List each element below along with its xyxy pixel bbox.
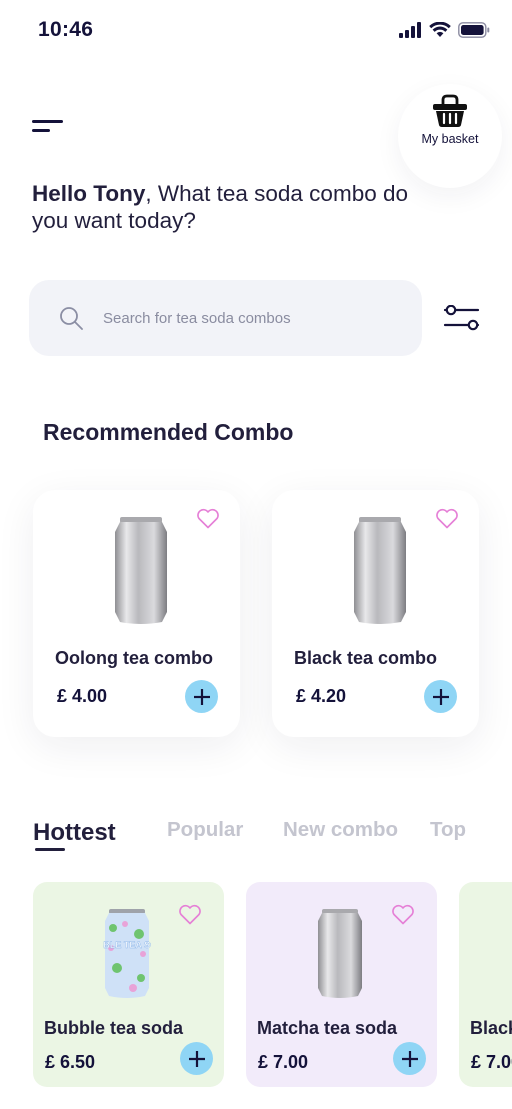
recommended-title: Recommended Combo — [43, 419, 294, 445]
battery-icon — [458, 22, 490, 38]
tab-popular[interactable]: Popular — [167, 818, 243, 842]
status-time: 10:46 — [38, 18, 94, 41]
filter-icon[interactable] — [443, 305, 481, 331]
search-bar[interactable] — [29, 280, 422, 356]
bubble-tea-can-image: BUBBLE TEA SODA — [103, 909, 151, 998]
plus-icon — [432, 688, 449, 705]
search-input[interactable] — [103, 309, 383, 327]
basket-button[interactable]: My basket — [398, 84, 502, 188]
recommended-card[interactable]: Oolong tea combo £ 4.00 — [33, 490, 240, 737]
hottest-card[interactable]: Matcha tea soda £ 7.00 — [246, 882, 437, 1087]
greeting: Hello Tony, What tea soda combo do you w… — [32, 180, 412, 234]
heart-icon[interactable] — [196, 508, 220, 529]
plus-icon — [188, 1050, 205, 1067]
can-image — [354, 517, 406, 624]
product-price: £ 7.00 — [258, 1052, 309, 1072]
can-image — [318, 909, 362, 998]
hottest-card-partial[interactable]: Black £ 7.00 — [459, 882, 512, 1087]
product-price: £ 4.00 — [57, 686, 108, 706]
product-name: Black — [470, 1018, 512, 1038]
tab-top[interactable]: Top — [430, 818, 466, 842]
basket-label: My basket — [421, 132, 479, 146]
product-name: Bubble tea soda — [44, 1018, 184, 1038]
plus-icon — [401, 1050, 418, 1067]
hottest-card[interactable]: BUBBLE TEA SODA Bubble tea soda £ 6.50 — [33, 882, 224, 1087]
recommended-card[interactable]: Black tea combo £ 4.20 — [272, 490, 479, 737]
add-to-basket-button[interactable] — [393, 1042, 426, 1075]
product-name: Black tea combo — [294, 648, 438, 668]
heart-icon[interactable] — [178, 904, 202, 925]
plus-icon — [193, 688, 210, 705]
tab-hottest[interactable]: Hottest — [33, 819, 116, 847]
status-icons — [398, 22, 490, 38]
menu-icon[interactable] — [32, 118, 64, 138]
can-label-text: BUBBLE TEA SODA — [103, 940, 151, 950]
add-to-basket-button[interactable] — [185, 680, 218, 713]
greeting-name: Hello Tony — [32, 181, 146, 206]
add-to-basket-button[interactable] — [424, 680, 457, 713]
status-bar: 10:46 — [0, 0, 512, 60]
product-name: Oolong tea combo — [55, 648, 214, 668]
tab-active-indicator — [35, 848, 65, 851]
can-image — [115, 517, 167, 624]
wifi-icon — [429, 22, 451, 37]
category-tabs: Hottest Popular New combo Top — [33, 818, 512, 858]
add-to-basket-button[interactable] — [180, 1042, 213, 1075]
signal-icon — [399, 22, 421, 38]
tab-new-combo[interactable]: New combo — [283, 818, 398, 842]
heart-icon[interactable] — [435, 508, 459, 529]
heart-icon[interactable] — [391, 904, 415, 925]
product-price: £ 4.20 — [296, 686, 347, 706]
product-name: Matcha tea soda — [257, 1018, 398, 1038]
product-price: £ 6.50 — [45, 1052, 96, 1072]
basket-icon — [433, 94, 467, 127]
search-icon — [60, 307, 83, 330]
product-price: £ 7.00 — [471, 1052, 512, 1072]
